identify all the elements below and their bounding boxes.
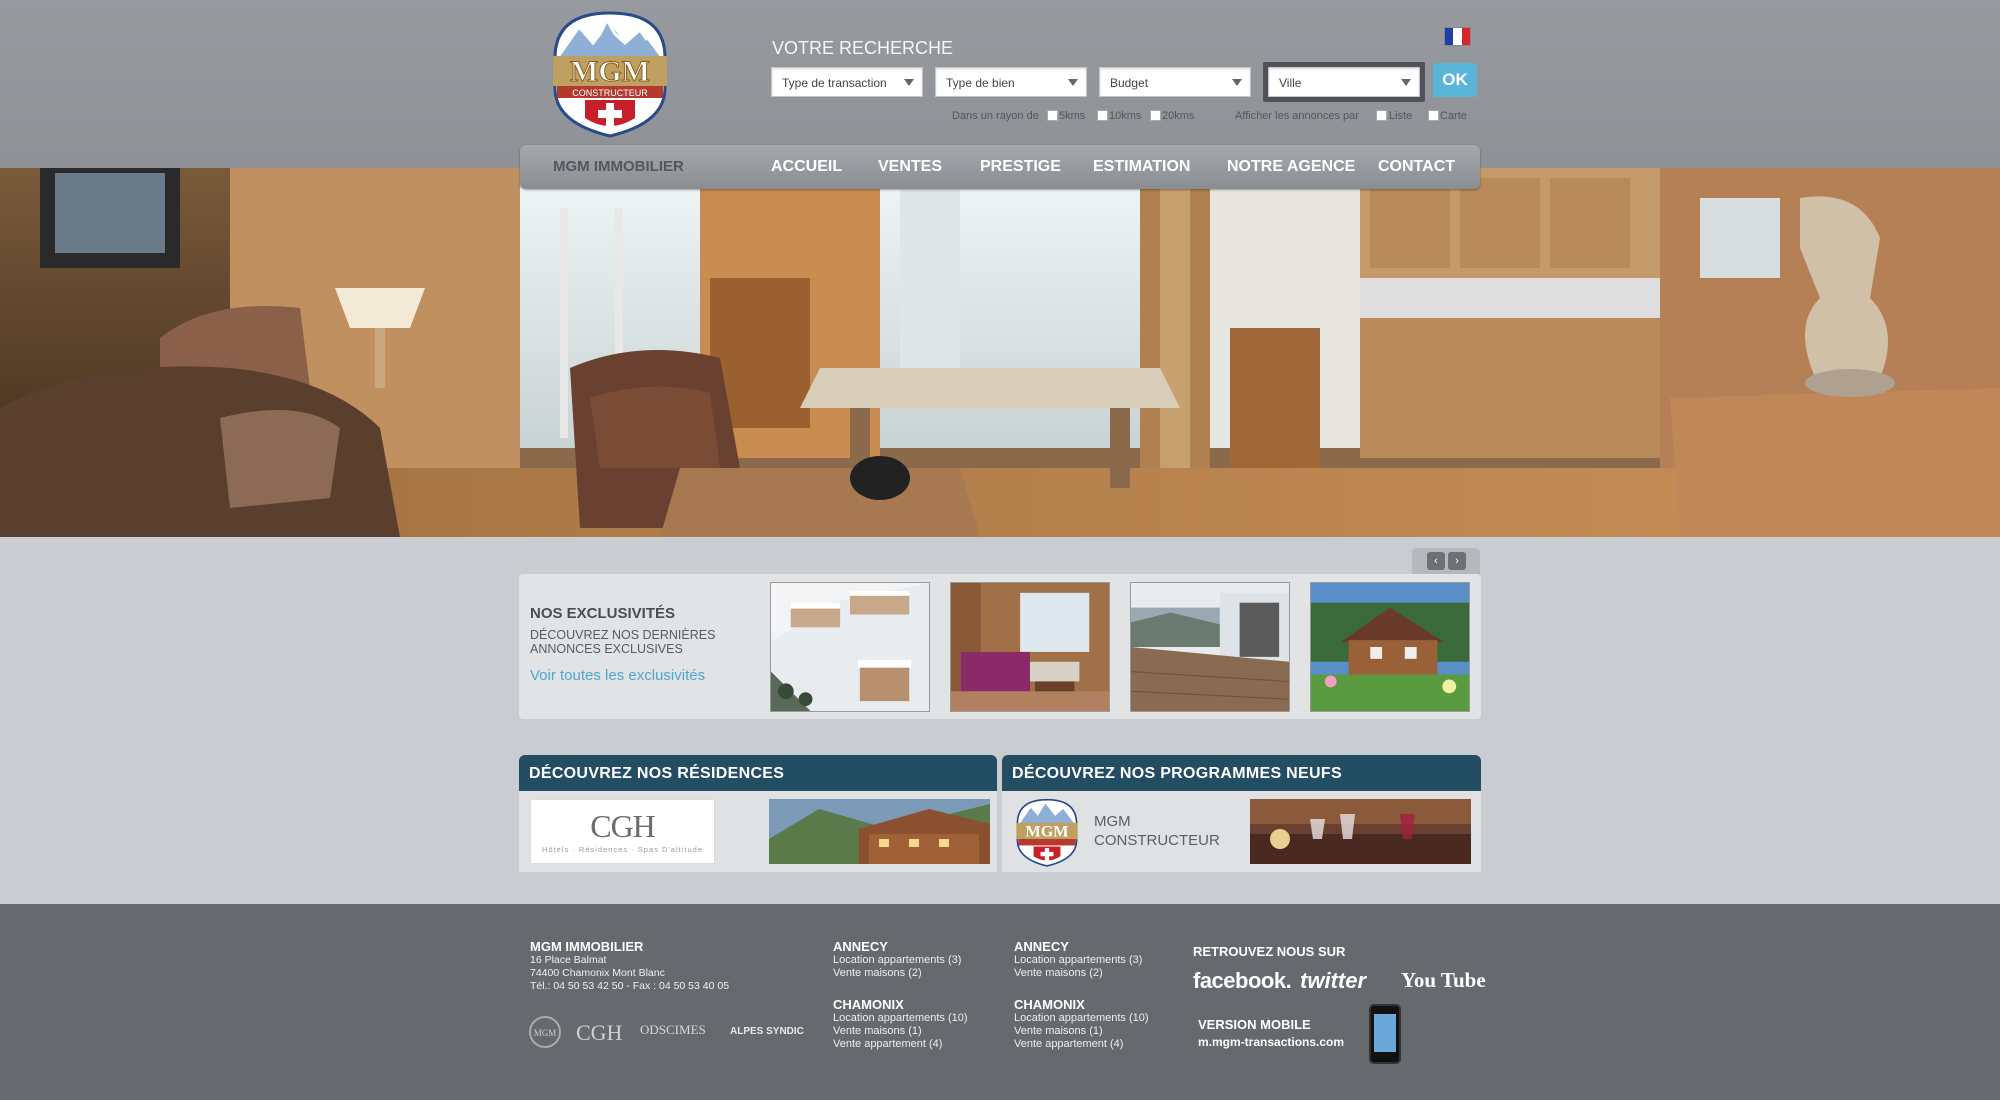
footer-link[interactable]: Vente maisons (1) <box>833 1025 968 1038</box>
footer-col1-city1[interactable]: ANNECY <box>833 939 888 954</box>
footer-mobile-url[interactable]: m.mgm-transactions.com <box>1198 1035 1344 1049</box>
footer-company-name: MGM IMMOBILIER <box>530 939 644 954</box>
cgh-tagline: Hôtels · Résidences · Spas D'altitude <box>542 845 703 854</box>
display-list-checkbox[interactable] <box>1376 110 1387 121</box>
carousel-arrows <box>1412 548 1480 576</box>
footer-phone: Tél.: 04 50 53 42 50 - Fax : 04 50 53 40… <box>530 980 730 992</box>
exclusives-subtitle-line1: DÉCOUVREZ NOS DERNIÈRES <box>530 628 716 642</box>
display-map-label: Carte <box>1440 110 1467 122</box>
property-type-label: Type de bien <box>946 76 1015 90</box>
nav-estimation[interactable]: ESTIMATION <box>1093 158 1190 176</box>
footer-odscimes-logo[interactable]: ODSCIMES <box>640 1022 706 1038</box>
mgm-text-line1: MGM <box>1094 813 1131 830</box>
facebook-link[interactable]: facebook. <box>1193 968 1292 994</box>
radius-5km-label: 5kms <box>1059 110 1086 122</box>
exclusive-thumb-chalet[interactable] <box>1310 582 1470 712</box>
footer-link[interactable]: Vente maisons (1) <box>1014 1025 1149 1038</box>
programme-dining-image[interactable] <box>1250 799 1471 864</box>
site-footer <box>0 904 2000 1100</box>
exclusive-thumb-snow-resort[interactable] <box>770 582 930 712</box>
radius-label: Dans un rayon de <box>952 110 1039 122</box>
mgm-text-line2: CONSTRUCTEUR <box>1094 832 1220 849</box>
flag-fr-icon[interactable] <box>1444 27 1471 46</box>
chevron-down-icon <box>1401 79 1411 86</box>
display-map-checkbox[interactable] <box>1428 110 1439 121</box>
svg-text:CONSTRUCTEUR: CONSTRUCTEUR <box>572 88 648 98</box>
footer-mobile-title: VERSION MOBILE <box>1198 1017 1311 1032</box>
city-label: Ville <box>1279 76 1302 90</box>
exclusives-subtitle-line2: ANNONCES EXCLUSIVES <box>530 642 683 656</box>
mobile-phone-icon[interactable] <box>1369 1004 1401 1064</box>
chevron-down-icon <box>1232 79 1242 86</box>
search-ok-button[interactable]: OK <box>1433 63 1477 97</box>
footer-cgh-logo[interactable]: CGH <box>576 1020 622 1046</box>
footer-col2-city2[interactable]: CHAMONIX <box>1014 997 1085 1012</box>
footer-social-title: RETROUVEZ NOUS SUR <box>1193 944 1346 959</box>
radius-10km-checkbox[interactable] <box>1097 110 1108 121</box>
footer-address-line1: 16 Place Balmat <box>530 954 607 966</box>
chevron-down-icon <box>1068 79 1078 86</box>
footer-col1-city2[interactable]: CHAMONIX <box>833 997 904 1012</box>
footer-col2-city1[interactable]: ANNECY <box>1014 939 1069 954</box>
footer-address-line2: 74400 Chamonix Mont Blanc <box>530 967 665 979</box>
exclusive-thumb-lake-terrace[interactable] <box>1130 582 1290 712</box>
cgh-logo: CGH <box>590 808 656 844</box>
footer-link[interactable]: Vente maisons (2) <box>833 967 961 980</box>
display-list-label: Liste <box>1389 110 1413 122</box>
exclusive-thumb-living-room[interactable] <box>950 582 1110 712</box>
svg-text:MGM: MGM <box>534 1028 557 1038</box>
cgh-logo-card[interactable]: CGH Hôtels · Résidences · Spas D'altitud… <box>530 799 715 864</box>
footer-link[interactable]: Location appartements (3) <box>1014 954 1142 967</box>
footer-col2-city2-links: Location appartements (10) Vente maisons… <box>1014 1012 1149 1051</box>
nav-contact[interactable]: CONTACT <box>1378 158 1455 176</box>
svg-text:MGM: MGM <box>570 55 650 88</box>
footer-link[interactable]: Vente maisons (2) <box>1014 967 1142 980</box>
search-title: VOTRE RECHERCHE <box>772 38 954 58</box>
residence-mountain-chalet-image[interactable] <box>769 799 990 864</box>
radius-20km-label: 20kms <box>1162 110 1195 122</box>
footer-link[interactable]: Vente appartement (4) <box>1014 1038 1149 1051</box>
mgm-constructeur-text[interactable]: MGM CONSTRUCTEUR <box>1094 812 1220 850</box>
nav-notre-agence[interactable]: NOTRE AGENCE <box>1227 158 1355 176</box>
exclusives-subtitle: DÉCOUVREZ NOS DERNIÈRES ANNONCES EXCLUSI… <box>530 628 730 656</box>
radius-5km-checkbox[interactable] <box>1047 110 1058 121</box>
footer-address: 16 Place Balmat 74400 Chamonix Mont Blan… <box>530 954 729 993</box>
programmes-title: DÉCOUVREZ NOS PROGRAMMES NEUFS <box>1002 755 1481 791</box>
svg-text:MGM: MGM <box>1025 823 1068 840</box>
exclusives-title: NOS EXCLUSIVITÉS <box>530 605 676 622</box>
youtube-link[interactable]: You Tube <box>1401 968 1486 993</box>
nav-prestige[interactable]: PRESTIGE <box>980 158 1061 176</box>
transaction-type-label: Type de transaction <box>782 76 887 90</box>
twitter-link[interactable]: twitter <box>1300 968 1366 994</box>
footer-link[interactable]: Location appartements (3) <box>833 954 961 967</box>
footer-col2-city1-links: Location appartements (3) Vente maisons … <box>1014 954 1142 980</box>
property-type-select[interactable]: Type de bien <box>935 67 1087 97</box>
residences-title: DÉCOUVREZ NOS RÉSIDENCES <box>519 755 997 791</box>
nav-brand[interactable]: MGM IMMOBILIER <box>553 158 684 175</box>
nav-accueil[interactable]: ACCUEIL <box>771 158 842 176</box>
mgm-logo[interactable]: MGM CONSTRUCTEUR <box>545 8 675 138</box>
transaction-type-select[interactable]: Type de transaction <box>771 67 923 97</box>
footer-link[interactable]: Location appartements (10) <box>1014 1012 1149 1025</box>
carousel-prev-button[interactable]: ‹ <box>1427 552 1445 570</box>
footer-link[interactable]: Vente appartement (4) <box>833 1038 968 1051</box>
footer-alpes-syndic-logo[interactable]: ALPES SYNDIC <box>730 1026 804 1037</box>
footer-link[interactable]: Location appartements (10) <box>833 1012 968 1025</box>
mgm-constructeur-logo[interactable]: MGM <box>1012 797 1082 867</box>
carousel-next-button[interactable]: › <box>1448 552 1466 570</box>
radius-10km-label: 10kms <box>1109 110 1142 122</box>
radius-20km-checkbox[interactable] <box>1150 110 1161 121</box>
hero-banner-image <box>0 168 2000 537</box>
budget-label: Budget <box>1110 76 1149 90</box>
city-select[interactable]: Ville <box>1268 67 1420 97</box>
nav-ventes[interactable]: VENTES <box>878 158 942 176</box>
footer-col1-city1-links: Location appartements (3) Vente maisons … <box>833 954 961 980</box>
budget-select[interactable]: Budget <box>1099 67 1251 97</box>
see-all-exclusives-link[interactable]: Voir toutes les exclusivités <box>530 667 705 684</box>
chevron-down-icon <box>904 79 914 86</box>
display-by-label: Afficher les annonces par <box>1235 110 1359 122</box>
footer-col1-city2-links: Location appartements (10) Vente maisons… <box>833 1012 968 1051</box>
footer-mgm-mini-logo[interactable]: MGM <box>529 1016 561 1048</box>
